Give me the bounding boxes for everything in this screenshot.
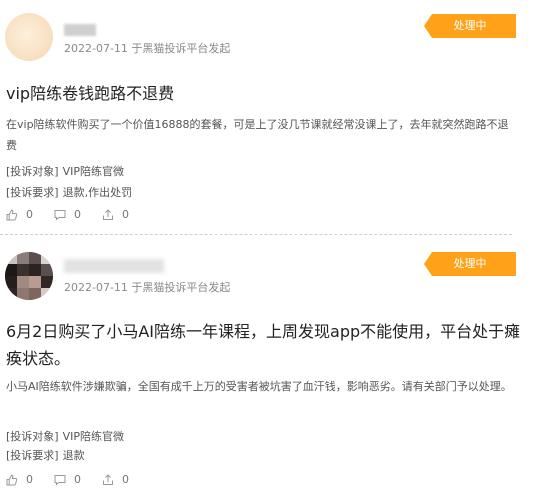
comment-bubble-icon — [54, 209, 66, 221]
avatar-pixel — [17, 264, 29, 276]
user-name-blurred — [64, 24, 96, 36]
complaint-description: 小马AI陪练软件涉嫌欺骗，全国有成千上万的受害者被坑害了血汗钱，影响恶劣。请有关… — [6, 380, 512, 393]
comment-button[interactable]: 0 — [54, 473, 81, 486]
like-button[interactable]: 0 — [6, 208, 33, 221]
complaint-demand: [投诉要求] 退款,作出处罚 — [6, 184, 132, 200]
avatar[interactable] — [5, 13, 53, 61]
demand-value: 退款 — [62, 449, 85, 462]
share-button[interactable]: 0 — [102, 208, 129, 221]
avatar-pixel — [17, 288, 29, 300]
avatar-pixel — [5, 264, 17, 276]
avatar-pixel — [5, 288, 17, 300]
like-count: 0 — [26, 208, 33, 221]
avatar-pixel — [5, 252, 17, 264]
target-label: [投诉对象] — [6, 430, 59, 443]
avatar-pixel — [41, 276, 53, 288]
avatar-pixel — [17, 276, 29, 288]
user-name-blurred — [64, 259, 164, 273]
like-count: 0 — [26, 473, 33, 486]
post-meta: 2022-07-11 于黑猫投诉平台发起 — [64, 42, 231, 55]
thumbs-up-icon — [6, 209, 18, 220]
avatar-pixel — [17, 252, 29, 264]
demand-label: [投诉要求] — [6, 449, 59, 462]
avatar-pixel — [41, 252, 53, 264]
complaint-description: 在vip陪练软件购买了一个价值16888的套餐，可是上了没几节课就经常没课上了，… — [6, 118, 509, 152]
comment-button[interactable]: 0 — [54, 208, 81, 221]
complaint-demand: [投诉要求] 退款 — [6, 447, 85, 463]
demand-value: 退款,作出处罚 — [62, 186, 133, 199]
complaint-card[interactable]: 2022-07-11 于黑猫投诉平台发起 处理中 6月2日购买了小马AI陪练一年… — [0, 235, 536, 491]
share-count: 0 — [122, 208, 129, 221]
share-icon — [103, 208, 113, 220]
share-button[interactable]: 0 — [102, 473, 129, 486]
target-label: [投诉对象] — [6, 165, 59, 178]
comment-count: 0 — [74, 208, 81, 221]
avatar-pixel — [29, 264, 41, 276]
comment-bubble-icon — [54, 474, 66, 486]
complaint-card[interactable]: 2022-07-11 于黑猫投诉平台发起 处理中 vip陪练卷钱跑路不退费 在v… — [0, 0, 536, 235]
avatar-pixel — [29, 288, 41, 300]
avatar-pixel — [5, 276, 17, 288]
status-badge: 处理中 — [424, 14, 516, 38]
complaint-title[interactable]: vip陪练卷钱跑路不退费 — [6, 80, 522, 107]
avatar-pixel — [41, 288, 53, 300]
target-value: VIP陪练官微 — [62, 165, 124, 178]
avatar-pixel — [29, 252, 41, 264]
avatar-pixel — [41, 264, 53, 276]
share-count: 0 — [122, 473, 129, 486]
comment-count: 0 — [74, 473, 81, 486]
status-badge: 处理中 — [424, 252, 516, 276]
complaint-title[interactable]: 6月2日购买了小马AI陪练一年课程，上周发现app不能使用，平台处于瘫痪状态。 — [6, 318, 522, 372]
share-icon — [103, 473, 113, 485]
avatar[interactable] — [5, 252, 53, 300]
demand-label: [投诉要求] — [6, 186, 59, 199]
target-value: VIP陪练官微 — [62, 430, 124, 443]
thumbs-up-icon — [6, 474, 18, 485]
complaint-target: [投诉对象] VIP陪练官微 — [6, 428, 124, 444]
like-button[interactable]: 0 — [6, 473, 33, 486]
complaint-target: [投诉对象] VIP陪练官微 — [6, 163, 124, 179]
post-meta: 2022-07-11 于黑猫投诉平台发起 — [64, 281, 231, 294]
avatar-pixel — [29, 276, 41, 288]
